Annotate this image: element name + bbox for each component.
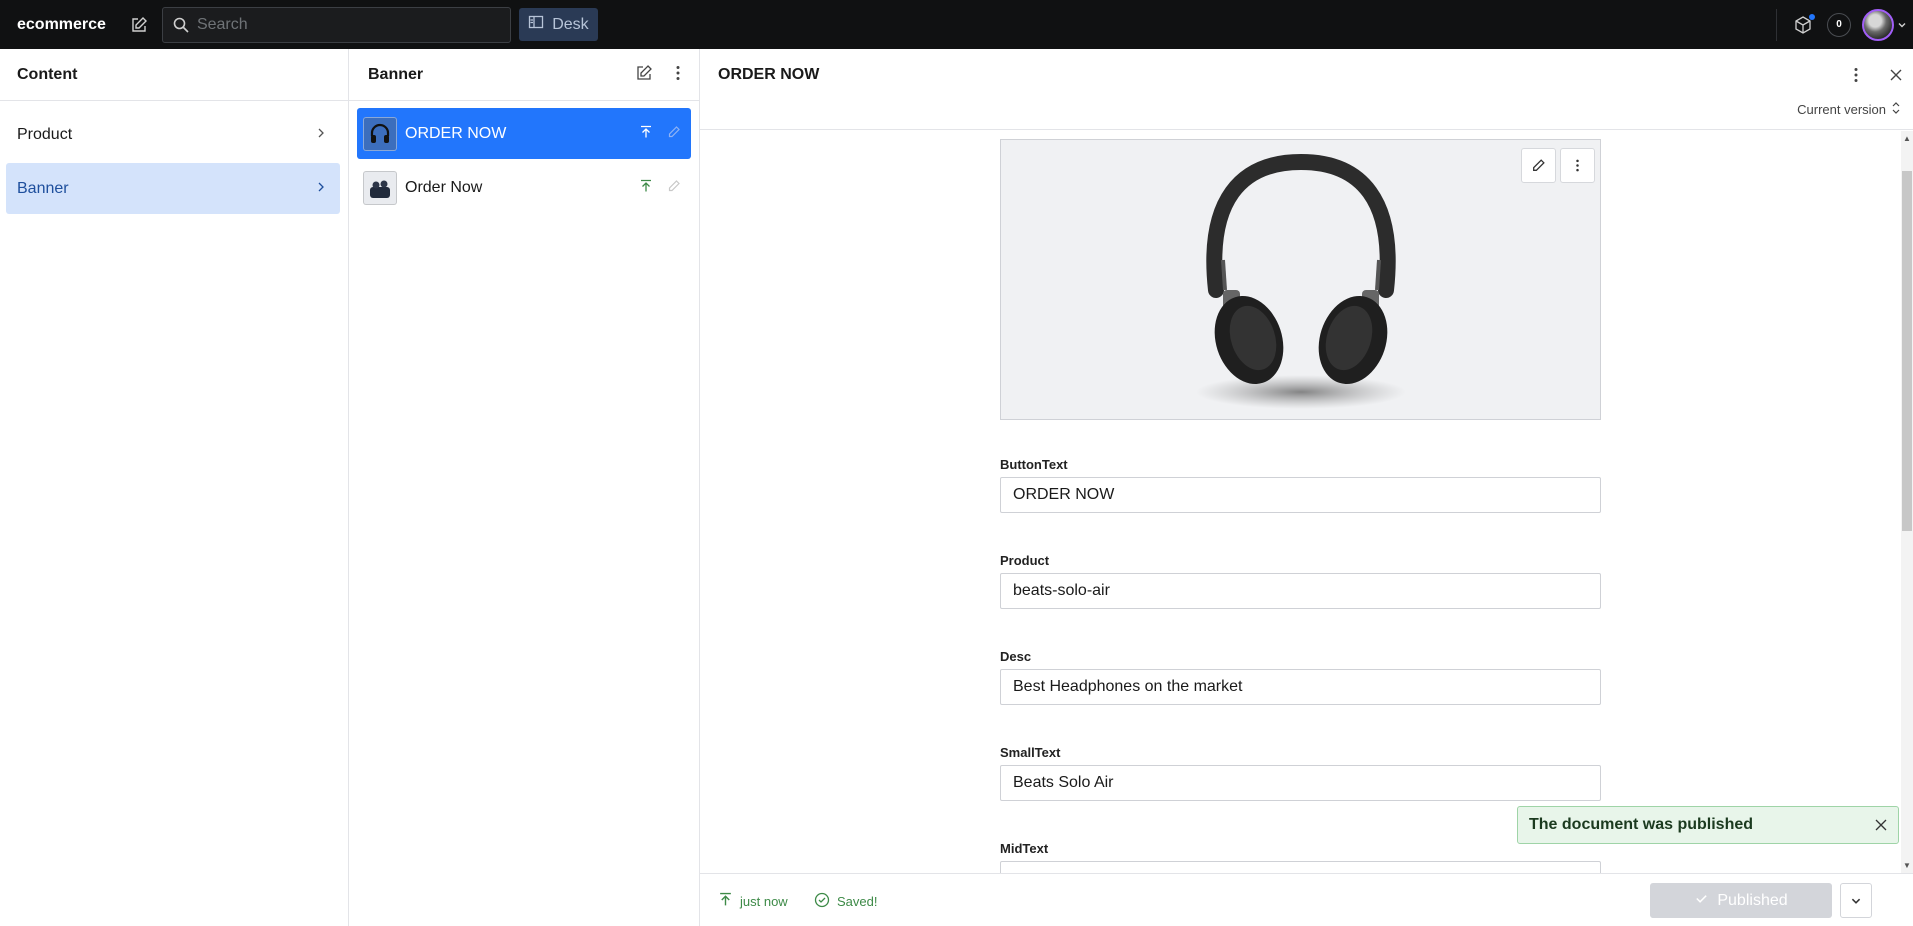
scrollbar[interactable]: ▲ ▼: [1901, 131, 1913, 873]
desc-input[interactable]: Best Headphones on the market: [1000, 669, 1601, 705]
edit-image-button[interactable]: [1521, 148, 1556, 183]
version-label: Current version: [1797, 102, 1886, 117]
publish-status[interactable]: just now: [718, 892, 788, 910]
headphones-thumbnail: [363, 116, 397, 151]
banner-pane: Banner ORDER NOW Order Now: [349, 49, 700, 926]
image-tools: [1521, 148, 1595, 183]
product-label: Product: [1000, 553, 1050, 568]
document-title: ORDER NOW: [405, 124, 507, 142]
form-scroll-area[interactable]: ButtonText ORDER NOW Product beats-solo-…: [700, 131, 1913, 873]
publish-button[interactable]: Published: [1650, 883, 1832, 918]
notification-count-badge[interactable]: 0: [1827, 12, 1851, 37]
brand-logo[interactable]: ecommerce: [17, 16, 106, 34]
nav-item-banner[interactable]: Banner: [6, 163, 340, 214]
divider: [1776, 8, 1777, 41]
mid-text-input[interactable]: [1000, 861, 1601, 873]
more-vertical-icon[interactable]: [1847, 66, 1865, 89]
document-title: ORDER NOW: [718, 66, 820, 83]
document-list-item[interactable]: ORDER NOW: [357, 108, 691, 159]
pencil-icon: [1533, 159, 1545, 171]
small-text-label: SmallText: [1000, 745, 1061, 760]
status-icons: [639, 125, 681, 144]
pane-title: Content: [0, 49, 348, 101]
editor-header: ORDER NOW Current version: [700, 49, 1913, 130]
check-icon: [1694, 891, 1709, 911]
published-icon: [718, 892, 733, 910]
mid-text-label: MidText: [1000, 841, 1049, 856]
scroll-thumb[interactable]: [1902, 171, 1912, 531]
user-avatar[interactable]: [1862, 8, 1894, 41]
compose-icon[interactable]: [128, 14, 150, 36]
chevron-right-icon: [314, 180, 328, 194]
image-field[interactable]: [1000, 139, 1601, 420]
publish-toast: The document was published: [1517, 806, 1899, 844]
pane-actions: [635, 64, 687, 87]
scroll-down-icon[interactable]: ▼: [1903, 861, 1911, 870]
scroll-up-icon[interactable]: ▲: [1903, 134, 1911, 143]
content-pane: Content Product Banner: [0, 49, 349, 926]
close-icon[interactable]: [1887, 66, 1905, 89]
earbuds-thumbnail: [363, 170, 397, 205]
check-circle-icon: [814, 892, 830, 911]
headphones-image: [1196, 153, 1406, 409]
published-time: just now: [740, 893, 788, 909]
toast-message: The document was published: [1529, 816, 1754, 833]
save-status: Saved!: [814, 892, 877, 911]
product-input[interactable]: beats-solo-air: [1000, 573, 1601, 609]
more-vertical-icon[interactable]: [669, 64, 687, 87]
nav-item-product[interactable]: Product: [6, 109, 340, 160]
document-title: Order Now: [405, 178, 483, 196]
published-icon: [639, 125, 653, 144]
button-text-label: ButtonText: [1000, 457, 1068, 472]
desk-label: Desk: [552, 15, 589, 33]
document-editor-pane: ORDER NOW Current version ButtonText ORD…: [700, 49, 1913, 926]
draft-edit-icon: [667, 179, 681, 198]
package-icon[interactable]: [1791, 13, 1815, 37]
nav-item-label: Banner: [17, 179, 69, 197]
close-icon[interactable]: [1874, 818, 1888, 832]
chevron-down-icon[interactable]: [1897, 20, 1907, 30]
desc-label: Desc: [1000, 649, 1032, 664]
status-icons: [639, 179, 681, 198]
desk-icon: [528, 14, 544, 35]
more-vertical-icon: [1576, 159, 1579, 172]
document-list-item[interactable]: Order Now: [357, 162, 691, 213]
published-icon: [639, 179, 653, 198]
editor-footer: just now Saved! Published: [700, 873, 1913, 926]
publish-menu-button[interactable]: [1840, 883, 1872, 918]
editor-header-actions: [1847, 66, 1905, 89]
draft-edit-icon: [667, 125, 681, 144]
small-text-input[interactable]: Beats Solo Air: [1000, 765, 1601, 801]
desk-tool-button[interactable]: Desk: [518, 8, 598, 41]
button-text-input[interactable]: ORDER NOW: [1000, 477, 1601, 513]
topbar-actions: 0: [1776, 0, 1913, 49]
search-box[interactable]: [161, 6, 511, 43]
publish-button-label: Published: [1717, 891, 1788, 909]
search-icon: [173, 17, 189, 33]
image-options-button[interactable]: [1560, 148, 1595, 183]
chevron-down-icon: [1851, 898, 1861, 904]
chevron-right-icon: [314, 126, 328, 140]
pane-title: Banner: [368, 65, 424, 83]
version-selector[interactable]: Current version: [1797, 101, 1901, 118]
saved-status: Saved!: [837, 894, 878, 909]
create-document-icon[interactable]: [635, 64, 653, 87]
nav-item-label: Product: [17, 125, 73, 143]
sort-icon: [1891, 101, 1901, 118]
search-input[interactable]: [196, 15, 497, 34]
update-dot: [1809, 13, 1815, 20]
top-navbar: ecommerce Desk 0: [0, 0, 1913, 49]
